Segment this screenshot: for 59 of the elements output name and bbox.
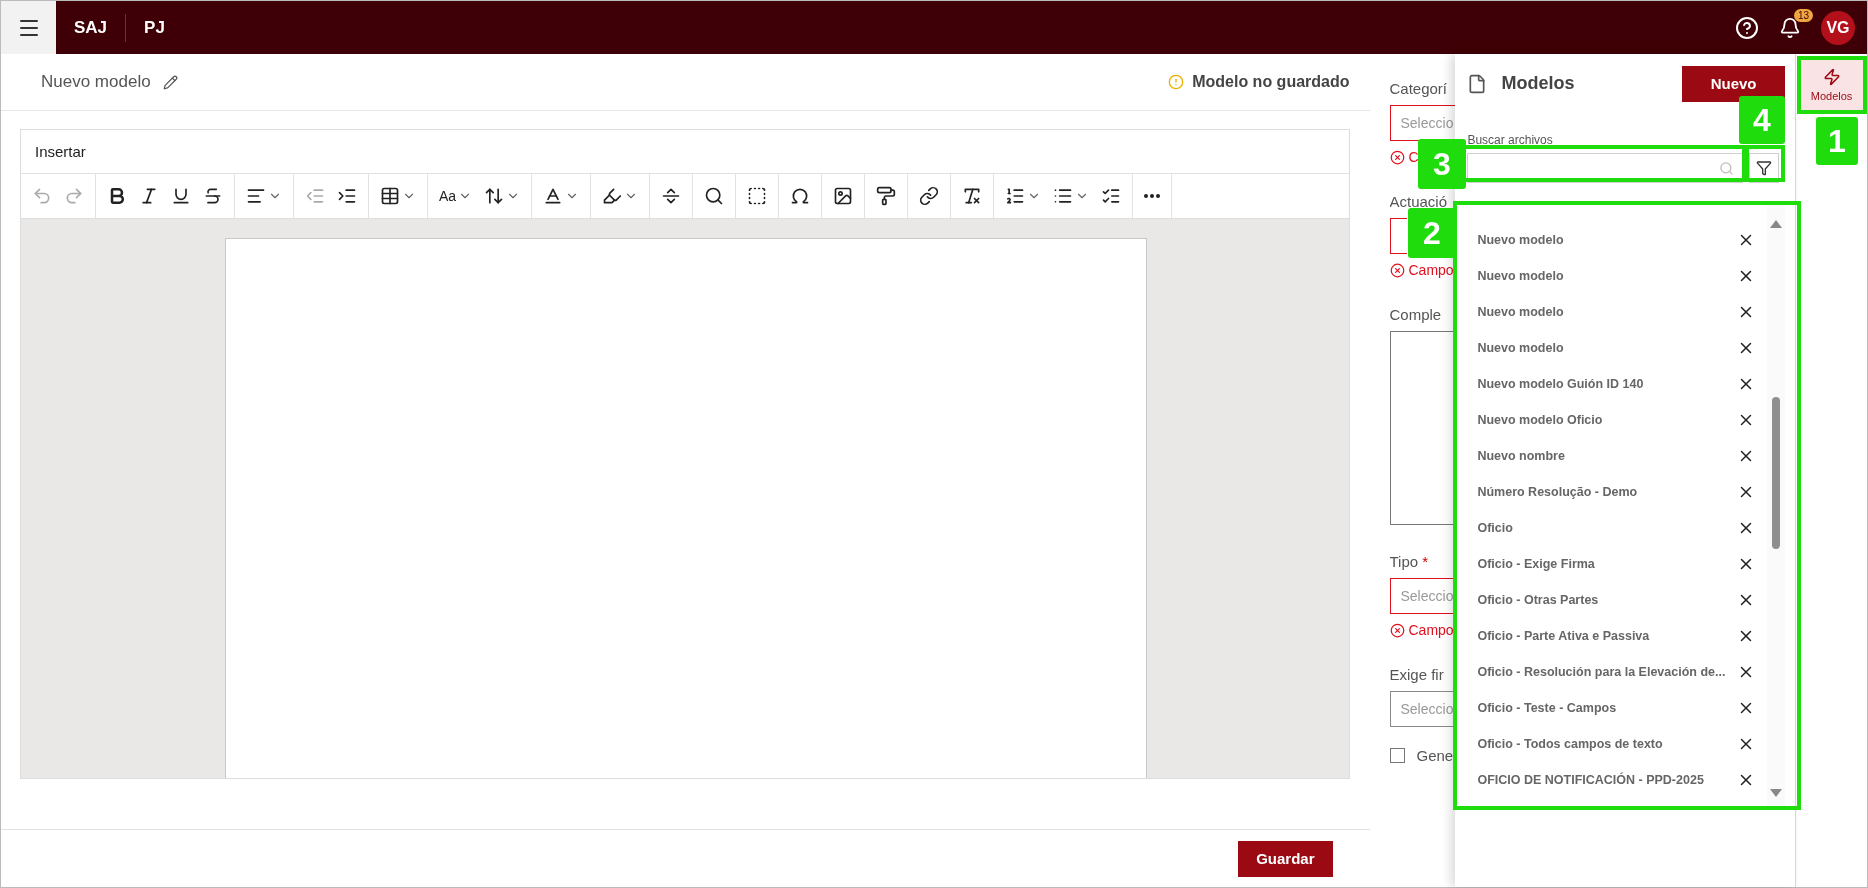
model-name: OFICIO DE NOTIFICACIÓN - PPD-2025 [1477,773,1704,787]
module-name: PJ [144,17,165,38]
error-text: Campo [1408,622,1454,638]
model-name: Nuevo modelo [1477,269,1564,283]
model-item[interactable]: Número Resolução - Demo [1467,474,1768,510]
search-label: Buscar archivos [1467,133,1554,147]
field-label: Comple [1389,306,1443,323]
error-text: C [1408,149,1419,165]
save-button[interactable]: Guardar [1238,840,1333,877]
model-item[interactable]: Nuevo modelo [1467,222,1768,258]
required-mark: * [1422,553,1429,570]
model-item[interactable]: Nuevo nombre [1467,438,1768,474]
model-item[interactable]: OFICIO DE NOTIFICACIÓN - PPD-2025 [1467,762,1768,798]
field-label: Tipo [1389,553,1419,570]
callout-number: 3 [1418,139,1466,189]
model-item[interactable]: Oficio [1467,510,1768,546]
model-item[interactable]: Oficio - Exige Firma [1467,546,1768,582]
callout-number: 2 [1408,208,1456,258]
callout-number: 1 [1816,117,1858,165]
menu-item[interactable]: Insertar [35,143,86,160]
user-avatar[interactable]: VG [1821,10,1855,45]
notification-count: 13 [1793,8,1813,22]
model-name: Oficio [1477,521,1513,535]
checkbox-label: Gene [1416,747,1454,764]
model-item[interactable]: Nuevo modelo Oficio [1467,402,1768,438]
model-item[interactable]: Oficio - Otras Partes [1467,582,1768,618]
model-name: Nuevo modelo [1477,305,1564,319]
field-label: Categorí [1389,80,1449,97]
model-name: Nuevo modelo Guión ID 140 [1477,377,1644,391]
model-name: Oficio - Parte Ativa e Passiva [1477,629,1650,643]
model-item[interactable]: Nuevo modelo [1467,258,1768,294]
model-name: Oficio - Exige Firma [1477,557,1595,571]
model-name: Número Resolução - Demo [1477,485,1638,499]
model-name: Nuevo nombre [1477,449,1565,463]
model-item[interactable]: Oficio - Parte Ativa e Passiva [1467,618,1768,654]
models-tab[interactable]: Modelos [1800,58,1863,112]
model-name: Oficio - Todos campos de texto [1477,737,1663,751]
model-item[interactable]: Nuevo modelo [1467,294,1768,330]
model-name: Oficio - Resolución para la Elevación de... [1477,665,1726,679]
brand-name: SAJ [74,17,108,38]
model-item[interactable]: Oficio - Resolución para la Elevación de... [1467,654,1768,690]
model-item[interactable]: Nuevo modelo [1467,330,1768,366]
font-size-button[interactable]: Aa [433,179,479,213]
model-name: Oficio - Teste - Campos [1477,701,1617,715]
model-name: Nuevo modelo [1477,341,1564,355]
field-label: Actuació [1389,193,1449,210]
model-item[interactable]: Nuevo modelo Guión ID 140 [1467,366,1768,402]
model-title: Nuevo modelo [41,72,151,92]
panel-title: Modelos [1501,73,1575,94]
model-name: Nuevo modelo Oficio [1477,413,1603,427]
new-button[interactable]: Nuevo [1682,65,1786,102]
save-status: Modelo no guardado [1192,73,1350,91]
model-name: Nuevo modelo [1477,233,1564,247]
model-name: Oficio - Otras Partes [1477,593,1599,607]
model-item[interactable]: Oficio - Teste - Campos [1467,690,1768,726]
error-text: Campo [1408,262,1454,278]
field-label: Exige fir [1389,666,1445,683]
model-item[interactable]: Oficio - Todos campos de texto [1467,726,1768,762]
callout-number: 4 [1739,96,1785,144]
